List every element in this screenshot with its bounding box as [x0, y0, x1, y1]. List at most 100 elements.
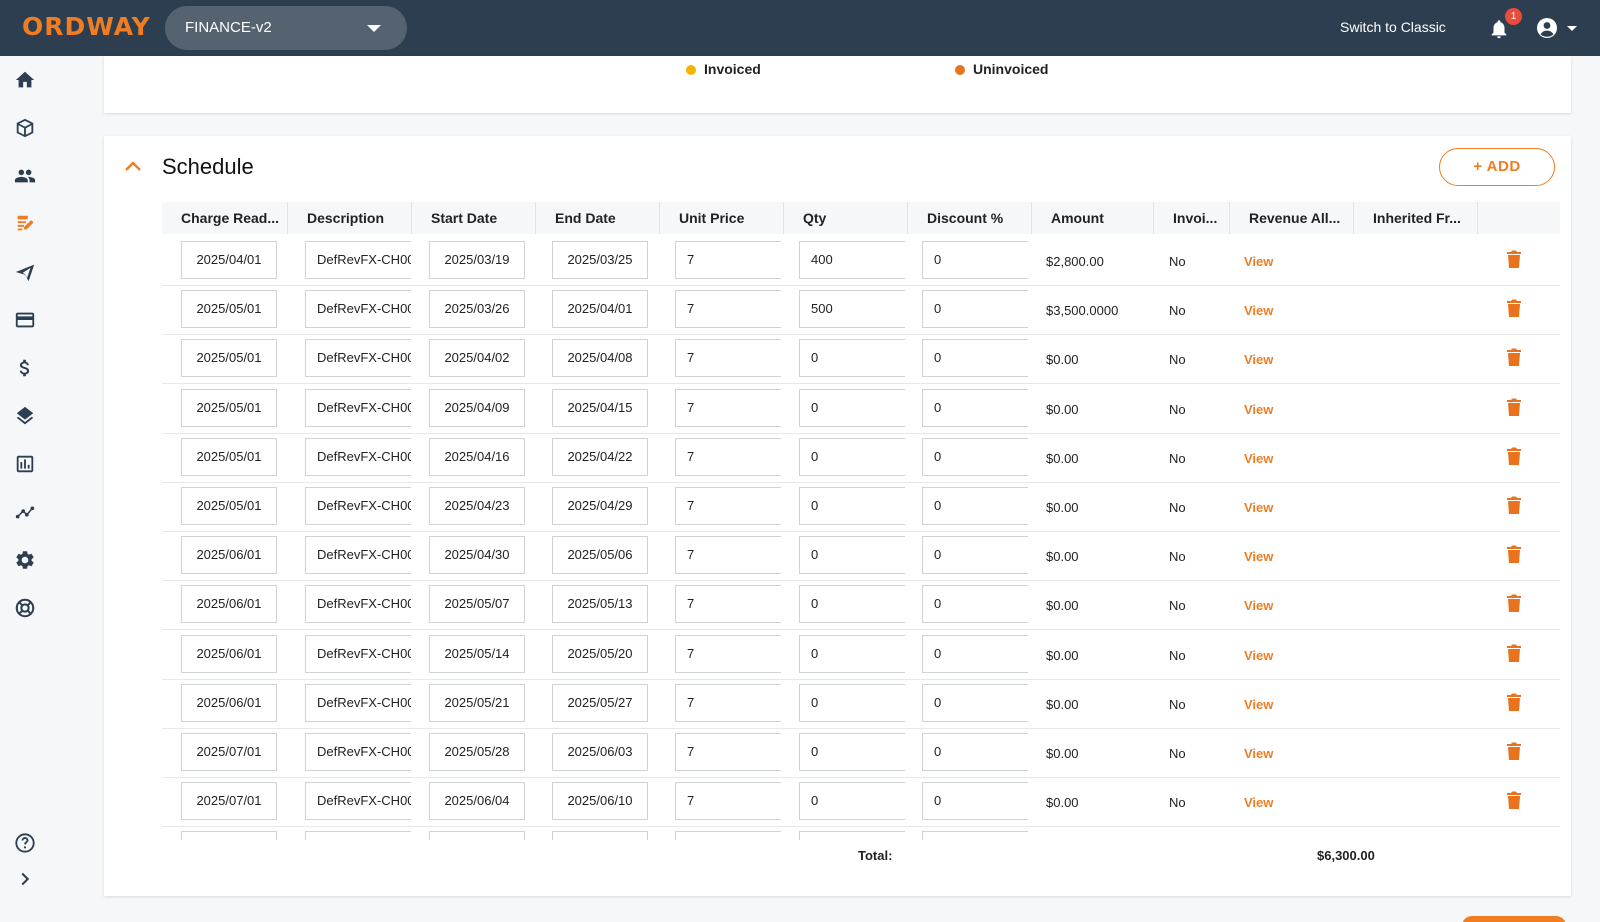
discount-input[interactable]: 0 — [922, 634, 1028, 673]
delete-trash-icon[interactable] — [1507, 398, 1521, 416]
charge-ready-date-input[interactable]: 2025/07/01 — [181, 733, 277, 771]
qty-input[interactable]: 0 — [799, 782, 905, 821]
delete-trash-icon[interactable] — [1507, 594, 1521, 613]
discount-input[interactable]: 0 — [922, 733, 1028, 771]
unit-price-input[interactable]: 7 — [675, 241, 781, 279]
start-date-input[interactable]: 2025/05/14 — [429, 634, 525, 673]
charge-ready-date-input[interactable]: 2025/05/01 — [181, 487, 277, 525]
end-date-input[interactable]: 2025/05/20 — [552, 634, 648, 673]
description-input[interactable]: DefRevFX-CH001 — [305, 634, 411, 673]
qty-input[interactable]: 0 — [799, 585, 905, 624]
revenue-allocation-view-link[interactable]: View — [1244, 500, 1273, 515]
unit-price-input[interactable] — [675, 831, 781, 840]
column-header[interactable]: Description — [288, 202, 412, 234]
customers-icon[interactable] — [14, 165, 36, 187]
revenue-allocation-view-link[interactable]: View — [1244, 549, 1273, 564]
payments-card-icon[interactable] — [14, 309, 36, 331]
delete-trash-icon[interactable] — [1507, 742, 1521, 760]
settings-gear-icon[interactable] — [14, 549, 36, 571]
description-input[interactable]: DefRevFX-CH001 — [305, 733, 411, 771]
discount-input[interactable]: 0 — [922, 437, 1028, 476]
qty-input[interactable] — [799, 831, 905, 840]
description-input[interactable]: DefRevFX-CH001 — [305, 487, 411, 525]
discount-input[interactable]: 0 — [922, 339, 1028, 378]
revenue-allocation-view-link[interactable]: View — [1244, 598, 1273, 613]
delete-trash-icon[interactable] — [1507, 693, 1521, 711]
start-date-input[interactable]: 2025/05/28 — [429, 733, 525, 771]
unit-price-input[interactable]: 7 — [675, 683, 781, 722]
column-header[interactable]: Unit Price — [660, 202, 784, 234]
expand-chevron-icon[interactable] — [14, 868, 36, 890]
discount-input[interactable]: 0 — [922, 683, 1028, 722]
unit-price-input[interactable]: 7 — [675, 782, 781, 821]
start-date-input[interactable]: 2025/04/30 — [429, 536, 525, 575]
unit-price-input[interactable]: 7 — [675, 437, 781, 476]
discount-input[interactable]: 0 — [922, 536, 1028, 575]
start-date-input[interactable]: 2025/03/19 — [429, 241, 525, 279]
revenue-allocation-view-link[interactable]: View — [1244, 648, 1273, 663]
billing-schedule-icon[interactable] — [14, 213, 36, 235]
end-date-input[interactable]: 2025/06/10 — [552, 782, 648, 821]
charge-ready-date-input[interactable]: 2025/06/01 — [181, 536, 277, 575]
qty-input[interactable]: 0 — [799, 388, 905, 427]
support-lifebuoy-icon[interactable] — [14, 597, 36, 619]
description-input[interactable]: DefRevFX-CH001 — [305, 290, 411, 329]
description-input[interactable]: DefRevFX-CH001 — [305, 437, 411, 476]
help-icon[interactable] — [14, 832, 36, 854]
reports-chart-icon[interactable] — [14, 453, 36, 475]
column-header[interactable]: Charge Read... — [162, 202, 288, 234]
delete-trash-icon[interactable] — [1507, 545, 1521, 564]
unit-price-input[interactable]: 7 — [675, 585, 781, 624]
user-menu-chevron-icon[interactable] — [1567, 26, 1577, 31]
environment-selector[interactable]: FINANCE-v2 — [165, 6, 407, 50]
unit-price-input[interactable]: 7 — [675, 487, 781, 525]
start-date-input[interactable]: 2025/05/07 — [429, 585, 525, 624]
end-date-input[interactable]: 2025/05/13 — [552, 585, 648, 624]
description-input[interactable] — [305, 831, 411, 840]
end-date-input[interactable]: 2025/04/08 — [552, 339, 648, 378]
delete-trash-icon[interactable] — [1507, 644, 1521, 662]
analytics-icon[interactable] — [14, 501, 36, 523]
revenue-allocation-view-link[interactable]: View — [1244, 303, 1273, 318]
description-input[interactable]: DefRevFX-CH001 — [305, 241, 411, 279]
unit-price-input[interactable]: 7 — [675, 733, 781, 771]
start-date-input[interactable]: 2025/04/23 — [429, 487, 525, 525]
dollar-icon[interactable] — [14, 357, 36, 379]
revenue-allocation-view-link[interactable]: View — [1244, 697, 1273, 712]
start-date-input[interactable]: 2025/04/09 — [429, 388, 525, 427]
unit-price-input[interactable]: 7 — [675, 339, 781, 378]
charge-ready-date-input[interactable]: 2025/05/01 — [181, 290, 277, 329]
column-header[interactable]: Qty — [784, 202, 908, 234]
charge-ready-date-input[interactable]: 2025/07/01 — [181, 782, 277, 821]
end-date-input[interactable]: 2025/04/15 — [552, 388, 648, 427]
qty-input[interactable]: 0 — [799, 536, 905, 575]
bottom-action-button[interactable] — [1462, 916, 1566, 922]
end-date-input[interactable]: 2025/04/22 — [552, 437, 648, 476]
discount-input[interactable]: 0 — [922, 782, 1028, 821]
delete-trash-icon[interactable] — [1507, 348, 1521, 367]
description-input[interactable]: DefRevFX-CH001 — [305, 536, 411, 575]
discount-input[interactable]: 0 — [922, 241, 1028, 279]
layers-icon[interactable] — [14, 405, 36, 427]
revenue-allocation-view-link[interactable]: View — [1244, 795, 1273, 810]
discount-input[interactable] — [922, 831, 1028, 840]
start-date-input[interactable]: 2025/06/04 — [429, 782, 525, 821]
column-header[interactable]: Start Date — [412, 202, 536, 234]
end-date-input[interactable]: 2025/05/27 — [552, 683, 648, 722]
charge-ready-date-input[interactable]: 2025/05/01 — [181, 437, 277, 476]
column-header[interactable]: Inherited Fr... — [1354, 202, 1478, 234]
unit-price-input[interactable]: 7 — [675, 388, 781, 427]
revenue-allocation-view-link[interactable]: View — [1244, 402, 1273, 417]
home-icon[interactable] — [14, 69, 36, 91]
qty-input[interactable]: 0 — [799, 733, 905, 771]
add-button[interactable]: + ADD — [1439, 148, 1555, 186]
start-date-input[interactable] — [429, 831, 525, 840]
end-date-input[interactable]: 2025/05/06 — [552, 536, 648, 575]
revenue-allocation-view-link[interactable]: View — [1244, 352, 1273, 367]
switch-to-classic-link[interactable]: Switch to Classic — [1340, 19, 1446, 35]
column-header[interactable]: Invoi... — [1154, 202, 1230, 234]
product-box-icon[interactable] — [14, 117, 36, 139]
qty-input[interactable]: 0 — [799, 683, 905, 722]
revenue-allocation-view-link[interactable]: View — [1244, 451, 1273, 466]
qty-input[interactable]: 0 — [799, 437, 905, 476]
